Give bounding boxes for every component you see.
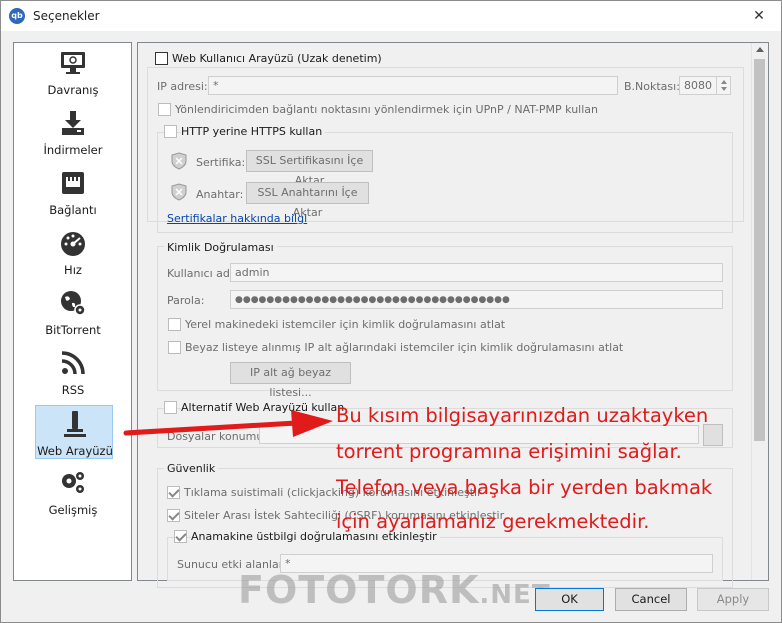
sidebar-item-label: Hız (64, 263, 82, 277)
ip-address-input[interactable]: * (208, 76, 618, 95)
qbittorrent-icon: qb (9, 8, 25, 24)
watermark-main: FOTOTORK (238, 568, 480, 612)
password-input[interactable]: ●●●●●●●●●●●●●●●●●●●●●●●●●●●●●●●●●●● (230, 290, 723, 309)
sidebar-item-web-arayuzu[interactable]: Web Arayüzü (35, 405, 113, 459)
password-label: Parola: (167, 294, 205, 307)
port-spinner[interactable] (716, 77, 730, 94)
options-window: qb Seçenekler ✕ Davranış İndirmeler Bağl… (0, 0, 782, 623)
sidebar: Davranış İndirmeler Bağlantı Hız BitTorr… (13, 42, 132, 581)
sidebar-item-hiz[interactable]: Hız (34, 225, 112, 283)
red-arrow-icon (123, 410, 333, 437)
bypass-whitelist-label: Beyaz listeye alınmış IP alt ağlarındaki… (185, 341, 624, 354)
speedometer-icon (61, 232, 85, 256)
sidebar-item-label: RSS (61, 383, 85, 397)
upnp-label: Yönlendiricimden bağlantı noktasını yönl… (175, 103, 598, 116)
ok-button[interactable]: OK (535, 588, 604, 611)
annotation-line-3: Telefon veya başka bir yerden bakmak (336, 476, 713, 499)
sidebar-item-label: Gelişmiş (48, 503, 98, 517)
upnp-checkbox[interactable] (158, 103, 171, 116)
sidebar-item-baglanti[interactable]: Bağlantı (34, 165, 112, 223)
gears-icon (62, 472, 84, 493)
key-icon (171, 183, 187, 201)
certificate-icon (171, 152, 187, 170)
annotation-line-2: torrent programına erişimini sağlar. (336, 440, 682, 463)
ip-whitelist-button[interactable]: IP alt ağ beyaz listesi... (230, 362, 351, 399)
sidebar-item-label: Davranış (47, 83, 99, 97)
port-label: B.Noktası: (624, 80, 680, 93)
bypass-localhost-label: Yerel makinedeki istemciler için kimlik … (185, 318, 506, 331)
import-certificate-button[interactable]: SSL Sertifikasını İçe Aktar (246, 150, 373, 187)
cancel-button[interactable]: Cancel (615, 588, 687, 611)
globe-icon (61, 291, 86, 316)
username-label: Kullanıcı adı: (167, 267, 237, 280)
spin-arrows-icon (721, 80, 727, 91)
watermark: FOTOTORK.NET (238, 568, 551, 612)
sidebar-item-label: Bağlantı (49, 203, 97, 217)
title-bar: qb Seçenekler ✕ (1, 1, 781, 31)
sidebar-item-gelismis[interactable]: Gelişmiş (34, 465, 112, 523)
host-header-checkbox[interactable] (174, 530, 187, 543)
csrf-checkbox[interactable] (167, 509, 180, 522)
annotation-line-1: Bu kısım bilgisayarınızdan uzaktayken (336, 404, 709, 427)
https-label: HTTP yerine HTTPS kullan (181, 125, 326, 138)
sidebar-item-bittorrent[interactable]: BitTorrent (34, 285, 112, 343)
download-icon (62, 111, 84, 135)
webui-enable-checkbox[interactable] (155, 52, 168, 65)
sidebar-item-label: İndirmeler (43, 143, 103, 157)
monitor-icon (61, 52, 85, 74)
scroll-up-icon[interactable] (755, 45, 765, 55)
certificates-info-link[interactable]: Sertifikalar hakkında bilgi (167, 212, 307, 225)
sidebar-item-indirmeler[interactable]: İndirmeler (34, 105, 112, 163)
clickjacking-checkbox[interactable] (167, 486, 180, 499)
annotation-line-4: için ayarlamanız gerekmektedir. (336, 510, 650, 533)
security-title: Güvenlik (164, 462, 219, 475)
sidebar-item-label: Web Arayüzü (37, 444, 113, 458)
network-icon (62, 172, 84, 194)
webui-enable-label: Web Kullanıcı Arayüzü (Uzak denetim) (172, 52, 382, 65)
sidebar-item-rss[interactable]: RSS (34, 345, 112, 403)
key-label: Anahtar: (196, 188, 244, 201)
import-key-button[interactable]: SSL Anahtarını İçe Aktar (246, 182, 369, 219)
username-input[interactable]: admin (230, 263, 723, 282)
scrollbar-thumb[interactable] (754, 59, 765, 441)
bypass-localhost-checkbox[interactable] (168, 318, 181, 331)
sidebar-item-davranis[interactable]: Davranış (34, 45, 112, 103)
webui-icon (64, 411, 86, 437)
close-button[interactable]: ✕ (741, 4, 777, 28)
apply-button[interactable]: Apply (697, 588, 769, 611)
rss-icon (61, 351, 85, 375)
bypass-whitelist-checkbox[interactable] (168, 341, 181, 354)
https-checkbox[interactable] (164, 125, 177, 138)
ip-label: IP adresi: (157, 80, 208, 93)
window-title: Seçenekler (33, 9, 100, 23)
certificate-label: Sertifika: (196, 156, 246, 169)
auth-title: Kimlik Doğrulaması (164, 241, 277, 254)
sidebar-item-label: BitTorrent (45, 323, 101, 337)
